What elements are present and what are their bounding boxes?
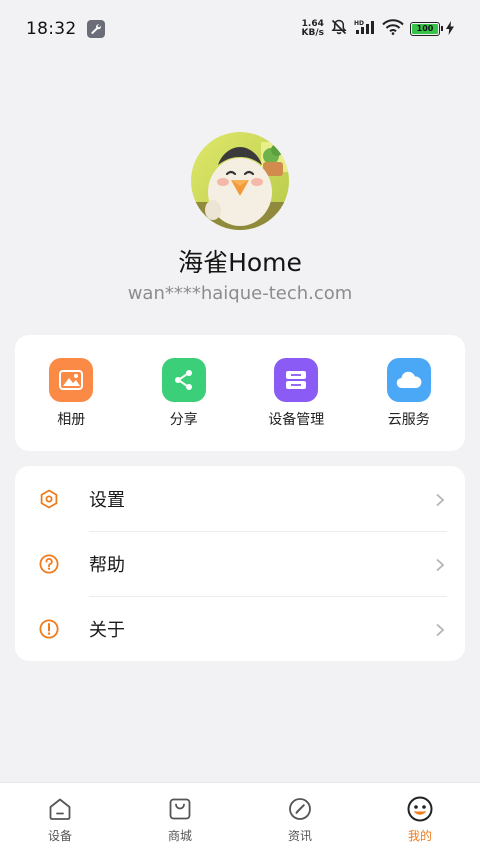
charging-bolt-icon (446, 20, 454, 39)
nav-label: 设备 (47, 829, 72, 843)
quick-action-label: 分享 (169, 412, 198, 428)
menu-item-label: 帮助 (89, 554, 125, 576)
about-icon (37, 617, 61, 641)
share-icon (161, 358, 206, 402)
menu-item-settings[interactable]: 设置 (15, 466, 465, 531)
nav-tab-shop[interactable]: 商城 (120, 783, 240, 853)
chevron-right-icon (435, 557, 445, 571)
quick-action-album[interactable]: 相册 (15, 335, 128, 451)
quick-action-cloud-service[interactable]: 云服务 (353, 335, 466, 451)
bell-muted-icon (330, 18, 348, 40)
network-speed: 1.64 KB/s (302, 20, 324, 38)
status-bar: 18:32 1.64 KB/s HD 100 (0, 0, 480, 58)
avatar[interactable] (191, 132, 289, 230)
settings-icon (37, 487, 61, 511)
shop-bag-icon (166, 795, 194, 823)
wifi-icon (382, 19, 404, 39)
smiley-face-icon (406, 795, 434, 823)
nav-tab-mine[interactable]: 我的 (360, 783, 480, 853)
signal-icon: HD (354, 19, 376, 39)
nav-label: 资讯 (287, 829, 312, 843)
nav-label: 商城 (167, 829, 192, 843)
quick-action-share[interactable]: 分享 (128, 335, 241, 451)
battery-level: 100 (412, 24, 438, 34)
menu-item-label: 设置 (89, 489, 125, 511)
quick-action-label: 设备管理 (268, 412, 325, 428)
album-icon (49, 358, 94, 402)
status-time: 18:32 (26, 19, 77, 39)
profile-email: wan****haique-tech.com (127, 283, 353, 304)
status-icons: 1.64 KB/s HD 100 (302, 18, 454, 40)
help-icon (37, 552, 61, 576)
wrench-icon (86, 20, 105, 38)
battery-indicator: 100 (410, 22, 443, 36)
quick-actions-card: 相册 分享 设备管理 云服务 (15, 335, 465, 451)
quick-action-device-management[interactable]: 设备管理 (240, 335, 353, 451)
compass-icon (286, 795, 314, 823)
home-icon (46, 795, 74, 823)
bottom-nav: 设备 商城 资讯 我的 (0, 782, 480, 853)
quick-action-label: 相册 (57, 412, 86, 428)
chevron-right-icon (435, 622, 445, 636)
device-manage-icon (274, 358, 319, 402)
menu-item-label: 关于 (89, 619, 125, 641)
cloud-icon (386, 358, 431, 402)
menu-item-help[interactable]: 帮助 (15, 531, 465, 596)
menu-item-about[interactable]: 关于 (15, 596, 465, 661)
svg-text:HD: HD (354, 20, 364, 27)
quick-action-label: 云服务 (387, 412, 430, 428)
avatar-bird-image (191, 132, 289, 230)
chevron-right-icon (435, 492, 445, 506)
nav-label: 我的 (407, 829, 432, 843)
nav-tab-news[interactable]: 资讯 (240, 783, 360, 853)
menu-card: 设置 帮助 关于 (15, 466, 465, 661)
nav-tab-devices[interactable]: 设备 (0, 783, 120, 853)
profile-name: 海雀Home (178, 248, 302, 277)
network-speed-unit: KB/s (301, 28, 324, 38)
